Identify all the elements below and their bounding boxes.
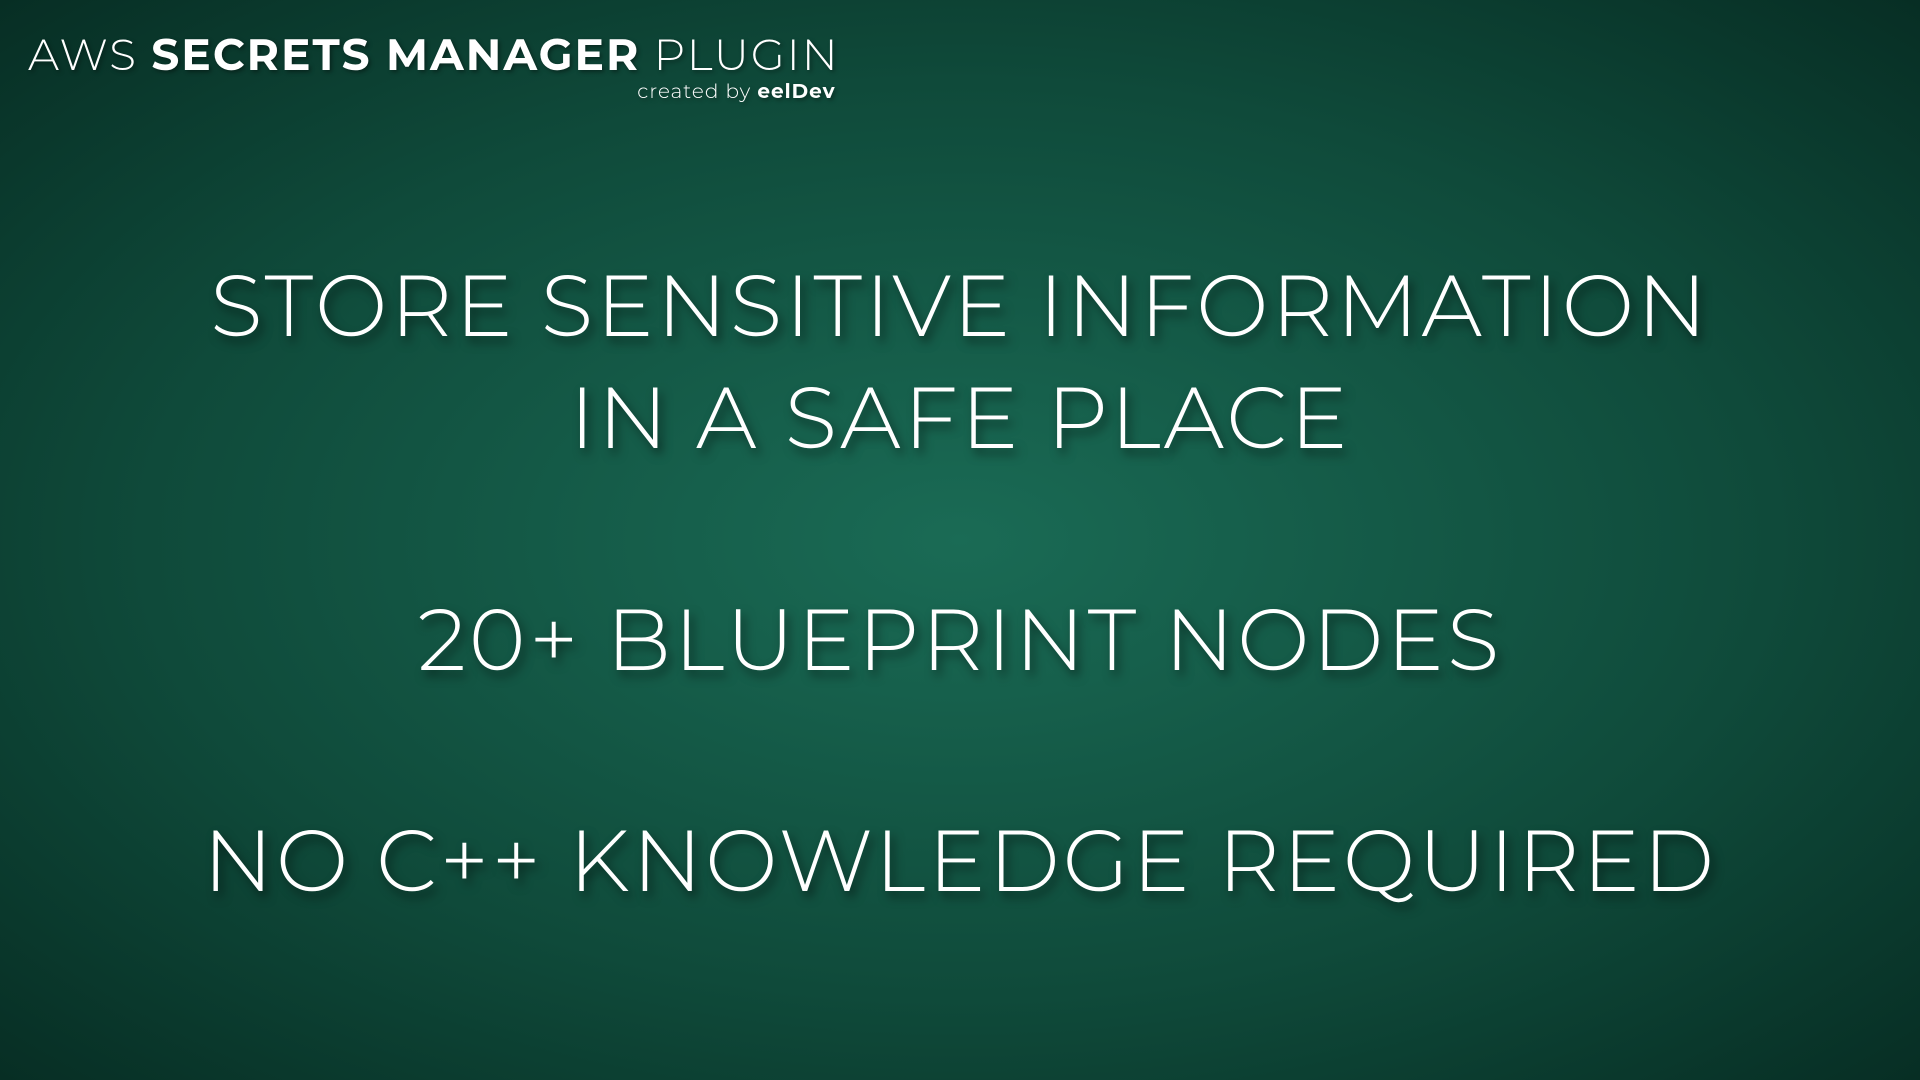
subtitle-prefix: created by — [637, 80, 757, 104]
feature-line-1: STORE SENSITIVE INFORMATION — [0, 250, 1920, 362]
title-suffix: PLUGIN — [640, 28, 839, 82]
subtitle: created by eelDev — [28, 80, 840, 104]
header: AWS SECRETS MANAGER PLUGIN created by ee… — [28, 28, 840, 104]
product-title: AWS SECRETS MANAGER PLUGIN — [28, 28, 840, 82]
feature-block-1: STORE SENSITIVE INFORMATION IN A SAFE PL… — [0, 250, 1920, 474]
feature-line-2: IN A SAFE PLACE — [0, 362, 1920, 474]
subtitle-brand: eelDev — [757, 80, 835, 104]
feature-line-3: 20+ BLUEPRINT NODES — [0, 584, 1920, 696]
feature-block-3: NO C++ KNOWLEDGE REQUIRED — [0, 805, 1920, 917]
feature-block-2: 20+ BLUEPRINT NODES — [0, 584, 1920, 696]
title-prefix: AWS — [28, 28, 151, 82]
content-area: STORE SENSITIVE INFORMATION IN A SAFE PL… — [0, 250, 1920, 917]
title-main: SECRETS MANAGER — [151, 28, 640, 82]
feature-line-4: NO C++ KNOWLEDGE REQUIRED — [0, 805, 1920, 917]
